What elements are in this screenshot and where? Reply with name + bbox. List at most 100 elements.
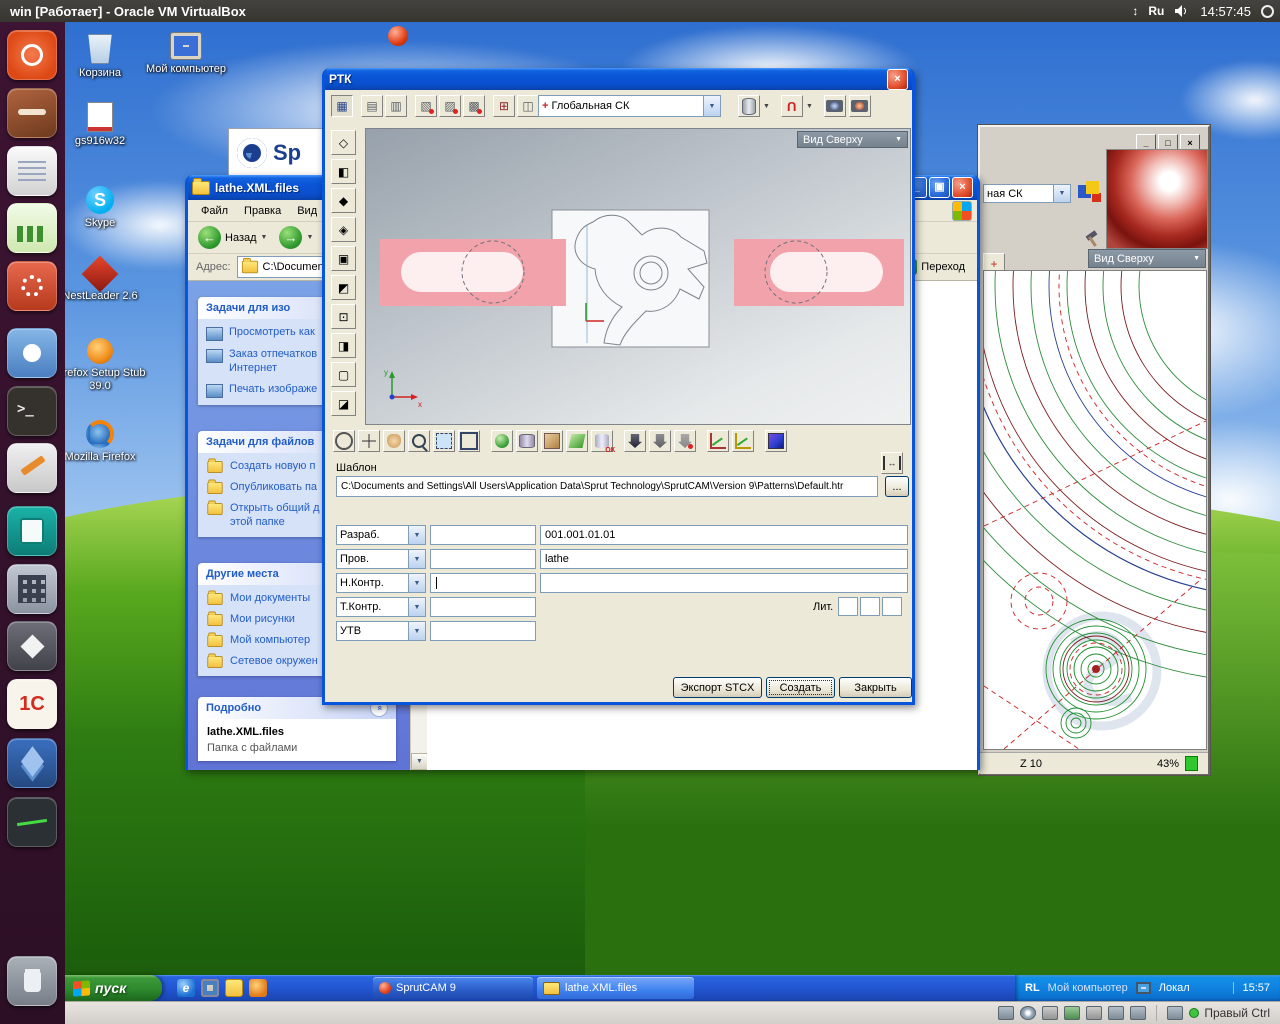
tool-display-button[interactable] [674,430,696,452]
launcher-document-icon[interactable] [7,146,57,196]
pan-button[interactable] [383,430,405,452]
developer-name-input[interactable] [430,525,536,545]
move-view-button[interactable] [358,430,380,452]
restore-button[interactable]: ▣ [929,177,950,198]
launcher-trash-icon[interactable] [7,956,57,1006]
scheme-button[interactable]: ▥ [385,95,407,117]
result-view-button[interactable]: ОК [591,430,615,454]
language-indicator[interactable]: Ru [1148,4,1164,18]
vbox-cd-icon[interactable] [1020,1006,1037,1020]
desktop-icon-skype[interactable]: Skype [62,186,138,230]
host-clock[interactable]: 14:57:45 [1200,4,1251,19]
vbox-mouse-icon[interactable] [1167,1006,1184,1020]
zoom-window-button[interactable] [433,430,455,452]
toolpath-canvas[interactable] [872,0,1280,750]
browse-button[interactable]: ... [885,476,909,497]
approver-name-input[interactable] [430,621,536,641]
dropdown-icon[interactable]: ▼ [408,622,425,640]
lit-box-2[interactable] [860,597,880,616]
quicklaunch-ie-icon[interactable] [177,979,195,997]
launcher-virtualbox-icon[interactable] [7,738,57,788]
launcher-1c-icon[interactable]: 1С [7,679,57,729]
session-menu-icon[interactable] [1261,4,1274,18]
role-combo-tcontrol[interactable]: Т.Контр. ▼ [336,597,426,617]
dropdown-icon[interactable]: ▼ [763,103,770,110]
rotate-view-button[interactable] [333,430,355,452]
scroll-down-icon[interactable]: ▼ [411,753,428,770]
volume-icon[interactable] [1174,4,1190,18]
camera-button[interactable] [823,95,846,117]
graph-button[interactable] [707,430,729,452]
background-color-button[interactable] [765,430,787,452]
launcher-system-monitor-icon[interactable] [7,797,57,847]
camera-record-button[interactable] [848,95,871,117]
color-cube-icon[interactable] [1078,181,1102,205]
grid-button[interactable]: ◫ [517,95,539,117]
graph-button[interactable] [732,430,754,452]
launcher-files-icon[interactable] [7,88,57,138]
model-tool-button[interactable]: ◆ [331,188,356,213]
desktop-icon-my-computer[interactable]: Мой компьютер [140,32,232,76]
surface-view-button[interactable] [566,430,588,452]
model-tool-button[interactable]: ◪ [331,391,356,416]
launcher-libreoffice-calc-icon[interactable] [7,203,57,253]
rtk-titlebar[interactable]: РТК × [325,68,912,90]
magnet-button[interactable]: U [780,95,803,117]
model-tool-button[interactable]: ◧ [331,159,356,184]
dropdown-icon[interactable]: ▼ [408,526,425,544]
launcher-terminal-icon[interactable] [7,386,57,436]
launcher-screenshot-icon[interactable] [7,328,57,378]
vbox-sharedfolders-icon[interactable] [1108,1006,1125,1020]
close-button[interactable]: × [887,68,908,90]
coordinate-system-combo[interactable]: ная СК ▼ [983,184,1071,203]
template-path-input[interactable]: C:\Documents and Settings\All Users\Appl… [336,476,878,497]
role-combo-approve[interactable]: УТВ ▼ [336,621,426,641]
desktop-icon-firefox-setup[interactable]: Firefox Setup Stub 39.0 [52,338,148,392]
dropdown-icon[interactable]: ▼ [306,234,313,241]
close-button[interactable]: × [952,177,973,198]
designation-input[interactable]: 001.001.01.01 [540,525,908,545]
close-dialog-button[interactable]: Закрыть [839,677,912,698]
tray-network-icon[interactable] [1135,982,1151,994]
zoom-fit-button[interactable] [458,430,480,452]
rtk-viewport[interactable]: x y Вид Сверху ▼ [365,128,911,425]
view-selector[interactable]: Вид Сверху ▼ [797,131,908,148]
role-combo-checker[interactable]: Пров. ▼ [336,549,426,569]
stock-button[interactable] [738,95,760,117]
vbox-audio-icon[interactable] [1042,1006,1059,1020]
scheme-button[interactable]: ▤ [361,95,383,117]
model-tool-button[interactable]: ◇ [331,130,356,155]
role-combo-developer[interactable]: Разраб. ▼ [336,525,426,545]
dropdown-icon[interactable]: ▼ [408,574,425,592]
fit-width-button[interactable]: ↔ [881,452,903,474]
desktop-icon-recycle-bin[interactable]: Корзина [64,34,136,80]
lit-box-3[interactable] [882,597,902,616]
part-name-input[interactable]: lathe [540,549,908,569]
menu-file[interactable]: Файл [194,203,235,219]
role-combo-ncontrol[interactable]: Н.Контр. ▼ [336,573,426,593]
launcher-help-icon[interactable] [7,506,57,556]
menu-view[interactable]: Вид [290,203,324,219]
model-tool-button[interactable]: ▢ [331,362,356,387]
tool-display-button[interactable] [624,430,646,452]
model-tool-button[interactable]: ◩ [331,275,356,300]
extra-input[interactable] [540,573,908,593]
quicklaunch-show-desktop-icon[interactable] [201,979,219,997]
export-stcx-button[interactable]: Экспорт STCX [673,677,762,698]
vbox-hdd-icon[interactable] [998,1006,1015,1020]
taskbar-task-sprutcam[interactable]: SprutCAM 9 [373,977,533,999]
create-button[interactable]: Создать [766,677,835,698]
stock-view-button[interactable] [516,430,538,452]
desktop-icon-gs916w32[interactable]: gs916w32 [60,102,140,148]
model-tool-button[interactable]: ◈ [331,217,356,242]
launcher-ubuntu-icon[interactable] [7,30,57,80]
lit-box-1[interactable] [838,597,858,616]
dropdown-icon[interactable]: ▼ [1053,185,1070,202]
start-button[interactable]: пуск [65,975,162,1001]
menu-edit[interactable]: Правка [237,203,288,219]
vbox-network-icon[interactable] [1064,1006,1081,1020]
coordinate-system-combo[interactable]: + Глобальная СК ▼ [538,95,721,117]
taskbar-clock[interactable]: 15:57 [1233,982,1270,994]
table-button[interactable]: ▨ [439,95,461,117]
desktop-icon-nestleader[interactable]: NestLeader 2.6 [58,255,142,303]
